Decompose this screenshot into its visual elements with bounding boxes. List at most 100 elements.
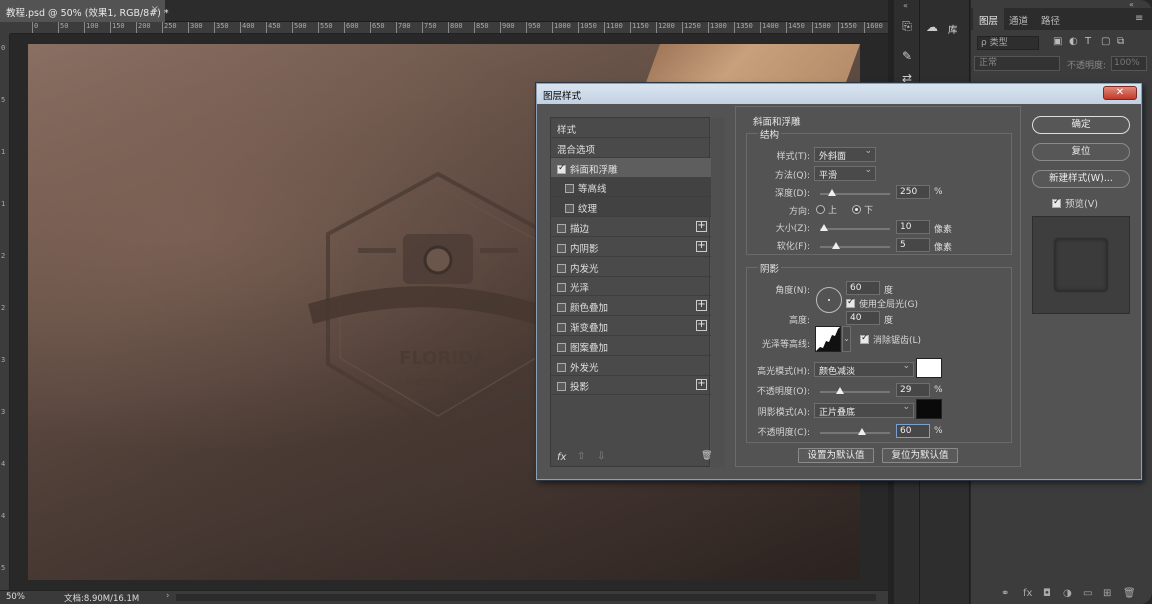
size-input[interactable]: 10 — [896, 220, 930, 234]
direction-up-radio[interactable]: 上 — [816, 203, 837, 216]
add-effect-instance-icon[interactable]: + — [696, 300, 707, 312]
style-item[interactable]: 内发光 — [551, 257, 711, 277]
style-item-checkbox[interactable] — [557, 224, 566, 233]
document-tab[interactable]: 教程.psd @ 50% (效果1, RGB/8#) * × — [0, 0, 169, 22]
shadow-opacity-input[interactable]: 60 — [896, 424, 930, 438]
anti-aliased-checkbox-box[interactable] — [860, 333, 869, 344]
tab-channels[interactable]: 通道 — [1003, 8, 1034, 30]
reset-default-button[interactable]: 复位为默认值 — [882, 448, 958, 463]
style-item[interactable]: 等高线 — [551, 177, 711, 198]
filter-type-icon[interactable]: T — [1085, 36, 1091, 47]
depth-slider[interactable] — [820, 189, 890, 196]
new-layer-icon[interactable]: ⊞ — [1103, 588, 1111, 599]
style-item-checkbox[interactable] — [557, 243, 566, 253]
filter-adjustment-icon[interactable]: ◐ — [1069, 36, 1078, 47]
add-effect-instance-icon[interactable]: + — [696, 240, 707, 252]
style-item-checkbox[interactable] — [557, 362, 566, 372]
blend-mode-select[interactable]: 正常 — [974, 56, 1060, 71]
style-item-checkbox[interactable] — [557, 342, 566, 352]
style-item[interactable]: 图案叠加 — [551, 336, 711, 356]
move-down-icon[interactable]: ⇩ — [597, 451, 605, 462]
style-item[interactable]: 内阴影 + — [551, 237, 711, 257]
filter-pixel-icon[interactable]: ▣ — [1053, 36, 1062, 47]
style-item-checkbox[interactable] — [557, 323, 566, 332]
highlight-opacity-slider[interactable] — [820, 387, 890, 394]
altitude-input[interactable]: 40 — [846, 311, 880, 325]
bevel-style-select[interactable]: 外斜面 — [814, 146, 876, 162]
opacity-input[interactable]: 100% — [1111, 56, 1147, 71]
highlight-opacity-thumb[interactable] — [836, 387, 845, 394]
soften-input[interactable]: 5 — [896, 238, 930, 252]
delete-layer-icon[interactable]: 🗑 — [1123, 588, 1136, 599]
depth-input[interactable]: 250 — [896, 185, 930, 199]
global-light-checkbox-box[interactable] — [846, 297, 855, 308]
close-icon[interactable]: ✕ — [1103, 86, 1137, 100]
add-effect-instance-icon[interactable]: + — [696, 221, 707, 232]
preview-checkbox[interactable]: 预览(V) — [1052, 196, 1098, 210]
reset-button[interactable]: 复位 — [1032, 143, 1130, 161]
add-effect-instance-icon[interactable]: + — [696, 320, 707, 331]
soften-slider-thumb[interactable] — [832, 242, 841, 249]
highlight-color-swatch[interactable] — [916, 358, 942, 378]
style-item-checkbox[interactable] — [557, 382, 566, 392]
size-slider[interactable] — [819, 224, 890, 231]
fx-menu-icon[interactable]: fx — [557, 452, 566, 463]
global-light-checkbox[interactable]: 使用全局光(G) — [846, 297, 918, 310]
style-item-checkbox[interactable] — [557, 283, 566, 293]
dialog-title-bar[interactable]: 图层样式 ✕ — [537, 84, 1141, 104]
zoom-level[interactable]: 50% — [6, 592, 25, 602]
soften-slider[interactable] — [820, 242, 890, 249]
collapse-panels-icon[interactable]: « — [903, 1, 908, 10]
filter-shape-icon[interactable]: ▢ — [1101, 36, 1110, 47]
add-effect-instance-icon[interactable]: + — [696, 379, 707, 391]
gloss-contour-preview[interactable] — [815, 326, 841, 352]
style-item-checkbox[interactable] — [557, 263, 566, 273]
add-mask-icon[interactable]: ◘ — [1043, 588, 1051, 599]
shadow-opacity-thumb[interactable] — [858, 428, 866, 435]
ok-button[interactable]: 确定 — [1032, 116, 1130, 134]
contour-dropdown-arrow-icon[interactable]: ⌄ — [842, 326, 851, 352]
make-default-button[interactable]: 设置为默认值 — [798, 448, 874, 463]
style-item[interactable]: 外发光 — [551, 356, 711, 376]
library-label[interactable]: 库 — [948, 22, 958, 36]
shadow-mode-select[interactable]: 正片叠底 — [814, 402, 914, 418]
style-item[interactable]: 渐变叠加 + — [551, 316, 711, 336]
angle-wheel[interactable] — [816, 287, 842, 313]
shadow-opacity-slider[interactable] — [820, 428, 890, 435]
style-item[interactable]: 混合选项 — [551, 138, 711, 158]
link-layers-icon[interactable]: ⚭ — [1001, 588, 1009, 599]
move-up-icon[interactable]: ⇧ — [577, 451, 585, 462]
tab-paths[interactable]: 路径 — [1035, 8, 1066, 30]
style-item-checkbox[interactable] — [565, 184, 574, 194]
style-item-checkbox[interactable] — [557, 163, 566, 174]
anti-aliased-checkbox[interactable]: 消除锯齿(L) — [860, 333, 921, 346]
ruler-vertical[interactable]: 0 5 1 1 2 2 3 3 4 4 5 — [0, 34, 10, 590]
shadow-color-swatch[interactable] — [916, 399, 942, 419]
close-tab-icon[interactable]: × — [151, 4, 159, 15]
style-item[interactable]: 光泽 — [551, 276, 711, 297]
style-item[interactable]: 投影 + — [551, 375, 711, 396]
style-item[interactable]: 斜面和浮雕 — [551, 157, 711, 178]
style-item[interactable]: 样式 — [551, 118, 711, 138]
tab-layers[interactable]: 图层 — [973, 8, 1005, 30]
properties-panel-icon[interactable]: ⎘ — [899, 18, 915, 34]
direction-up-radio-dot[interactable] — [816, 205, 825, 214]
document-size-info[interactable]: 文档:8.90M/16.1M — [64, 592, 139, 604]
new-group-icon[interactable]: ▭ — [1083, 588, 1092, 599]
preview-checkbox-box[interactable] — [1052, 197, 1061, 208]
style-item[interactable]: 描边 + — [551, 217, 711, 237]
style-item[interactable]: 纹理 — [551, 197, 711, 218]
fx-icon[interactable]: fx — [1023, 588, 1032, 599]
style-item-checkbox[interactable] — [557, 303, 566, 313]
style-item-checkbox[interactable] — [565, 204, 574, 214]
status-menu-arrow-icon[interactable]: › — [166, 591, 169, 601]
new-style-button[interactable]: 新建样式(W)... — [1032, 170, 1130, 188]
ruler-horizontal[interactable]: 0 50 100 150 200 250 300 350 400 450 500 550 600 650 7… — [10, 22, 888, 34]
panel-menu-icon[interactable]: ≡ — [1135, 13, 1143, 24]
highlight-opacity-input[interactable]: 29 — [896, 383, 930, 397]
cloud-library-icon[interactable]: ☁ — [926, 20, 938, 34]
style-list-scrollbar[interactable] — [711, 118, 725, 468]
technique-select[interactable]: 平滑 — [814, 165, 876, 181]
style-item[interactable]: 颜色叠加 + — [551, 296, 711, 317]
depth-slider-thumb[interactable] — [827, 189, 836, 196]
